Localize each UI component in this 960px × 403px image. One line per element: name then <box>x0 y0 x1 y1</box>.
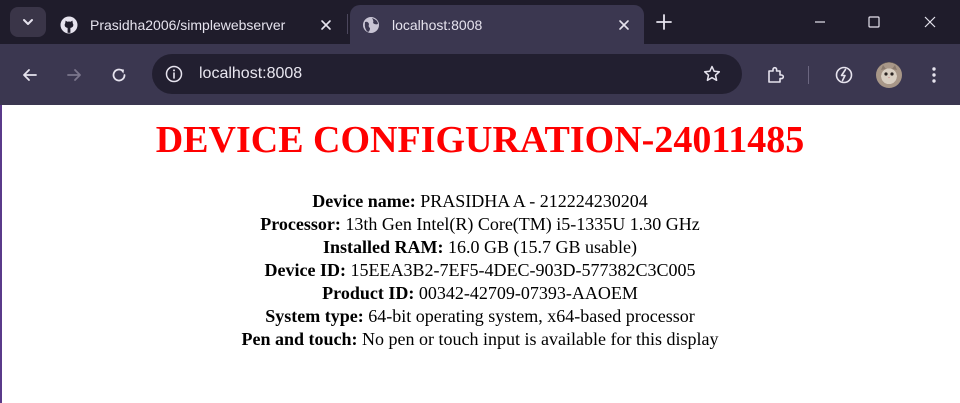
close-icon[interactable] <box>616 17 632 33</box>
tab-title: Prasidha2006/simplewebserver <box>90 16 286 33</box>
globe-icon <box>363 16 379 33</box>
spec-processor: Processor: 13th Gen Intel(R) Core(TM) i5… <box>0 213 960 236</box>
spec-product-id: Product ID: 00342-42709-07393-AAOEM <box>0 282 960 305</box>
back-arrow-icon[interactable] <box>20 65 40 85</box>
web-page: DEVICE CONFIGURATION-24011485 Device nam… <box>0 105 960 403</box>
minimize-icon[interactable] <box>812 14 828 30</box>
tab-localhost[interactable]: localhost:8008 <box>350 5 644 44</box>
chevron-down-icon <box>23 19 33 25</box>
tab-github[interactable]: Prasidha2006/simplewebserver <box>48 5 346 44</box>
forward-arrow-icon[interactable] <box>64 65 84 85</box>
spec-value: 13th Gen Intel(R) Core(TM) i5-1335U 1.30… <box>345 214 700 234</box>
cat-avatar-icon <box>881 65 897 79</box>
spec-device-name: Device name: PRASIDHA A - 212224230204 <box>0 190 960 213</box>
spec-label: System type: <box>265 306 364 326</box>
spec-label: Device name: <box>312 191 416 211</box>
page-heading: DEVICE CONFIGURATION-24011485 <box>155 119 805 161</box>
extensions-puzzle-icon[interactable] <box>765 65 785 85</box>
spec-pen-touch: Pen and touch: No pen or touch input is … <box>0 328 960 351</box>
spec-label: Processor: <box>260 214 341 234</box>
spec-label: Product ID: <box>322 283 415 303</box>
spec-label: Device ID: <box>264 260 346 280</box>
performance-icon[interactable] <box>834 65 854 85</box>
more-menu-icon[interactable] <box>924 65 944 85</box>
spec-device-id: Device ID: 15EEA3B2-7EF5-4DEC-903D-57738… <box>0 259 960 282</box>
maximize-icon[interactable] <box>866 14 882 30</box>
tab-search-button[interactable] <box>10 7 46 37</box>
tab-separator <box>347 14 348 34</box>
spec-value: No pen or touch input is available for t… <box>362 329 719 349</box>
github-icon <box>60 16 78 33</box>
spec-value: 15EEA3B2-7EF5-4DEC-903D-577382C3C005 <box>350 260 696 280</box>
device-spec-list: Device name: PRASIDHA A - 212224230204 P… <box>0 190 960 351</box>
spec-value: 16.0 GB (15.7 GB usable) <box>448 237 637 257</box>
spec-label: Installed RAM: <box>323 237 444 257</box>
close-window-icon[interactable] <box>922 14 938 30</box>
address-text: localhost:8008 <box>199 65 303 82</box>
close-icon[interactable] <box>318 17 334 33</box>
new-tab-icon[interactable] <box>654 12 674 32</box>
bookmark-star-icon[interactable] <box>702 64 722 84</box>
site-info-icon[interactable] <box>165 65 183 83</box>
reload-icon[interactable] <box>109 65 129 85</box>
spec-system-type: System type: 64-bit operating system, x6… <box>0 305 960 328</box>
spec-value: PRASIDHA A - 212224230204 <box>420 191 648 211</box>
spec-label: Pen and touch: <box>241 329 358 349</box>
address-bar[interactable]: localhost:8008 <box>152 54 742 94</box>
spec-installed-ram: Installed RAM: 16.0 GB (15.7 GB usable) <box>0 236 960 259</box>
tab-title: localhost:8008 <box>392 16 483 33</box>
toolbar: localhost:8008 <box>0 44 960 105</box>
tab-strip: Prasidha2006/simplewebserver localhost:8… <box>0 0 960 44</box>
spec-value: 64-bit operating system, x64-based proce… <box>368 306 695 326</box>
toolbar-separator <box>808 66 809 84</box>
spec-value: 00342-42709-07393-AAOEM <box>418 283 638 303</box>
profile-avatar[interactable] <box>876 62 902 88</box>
